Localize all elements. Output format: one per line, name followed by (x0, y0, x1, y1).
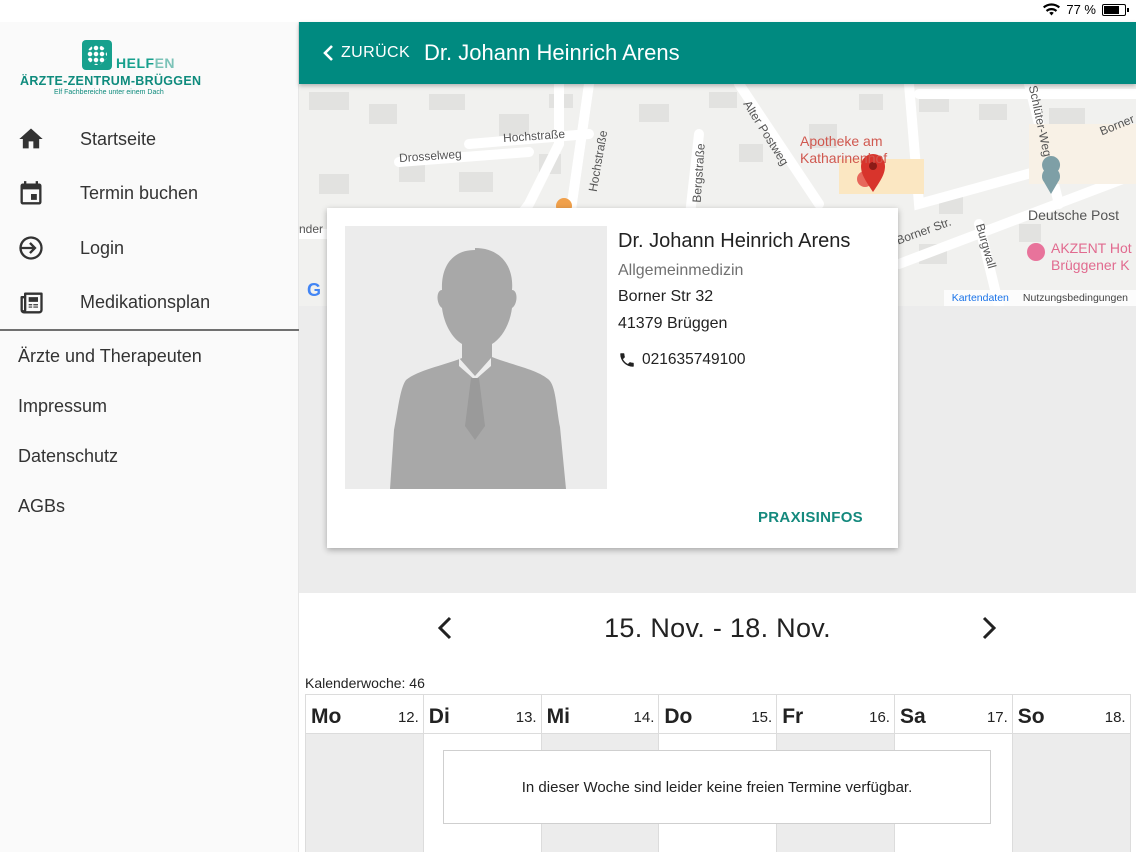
calendar-week-label: Kalenderwoche: 46 (305, 675, 425, 691)
menu-item-label: Startseite (80, 128, 157, 149)
day-name: Fr (782, 705, 804, 728)
day-header: Di 13. (423, 694, 541, 734)
menu-item-termin-buchen[interactable]: Termin buchen (0, 167, 299, 222)
app-bar: ZURÜCK Dr. Johann Heinrich Arens (299, 22, 1136, 84)
menu-item-login[interactable]: Login (0, 221, 299, 276)
day-name: Do (664, 705, 693, 728)
menu-item-label: Termin buchen (80, 183, 199, 204)
menu-item-aerzte-therapeuten[interactable]: Ärzte und Therapeuten (0, 331, 299, 381)
login-icon (19, 236, 43, 260)
map-terms-link[interactable]: Nutzungsbedingungen (1023, 292, 1128, 304)
logo-word: HELFEN (116, 55, 176, 71)
menu-item-medikationsplan[interactable]: Medikationsplan (0, 276, 299, 331)
week-range: 15. Nov. - 18. Nov. (604, 613, 831, 643)
brand-tagline: Elf Fachbereiche unter einem Dach (54, 89, 164, 96)
map-poi-pharmacy[interactable]: Apotheke am Katharinenhof (800, 133, 887, 167)
map-data-link[interactable]: Kartendaten (952, 292, 1009, 304)
day-header: Mi 14. (541, 694, 659, 734)
day-column-mo: Mo 12. (305, 694, 423, 852)
calendar-border (1130, 694, 1131, 852)
newspaper-icon (20, 292, 43, 314)
brand-name: ÄRZTE-ZENTRUM-BRÜGGEN (20, 74, 202, 88)
doctor-phone-number: 021635749100 (642, 351, 746, 368)
day-header: So 18. (1012, 694, 1130, 734)
no-appointments-message: In dieser Woche sind leider keine freien… (443, 750, 991, 824)
day-header: Do 15. (659, 694, 777, 734)
google-logo: G (307, 280, 322, 300)
person-silhouette-icon (345, 226, 607, 489)
week-navigation: 15. Nov. - 18. Nov. (299, 593, 1136, 673)
page-title: Dr. Johann Heinrich Arens (424, 40, 680, 65)
doctor-specialty: Allgemeinmedizin (618, 262, 744, 279)
secondary-menu: Ärzte und Therapeuten Impressum Datensch… (0, 331, 299, 531)
brand-logo[interactable]: HELFEN ÄRZTE-ZENTRUM-BRÜGGEN Elf Fachber… (20, 40, 201, 100)
doctor-street: Borner Str 32 (618, 288, 714, 305)
praxisinfos-button[interactable]: PRAXISINFOS (758, 509, 863, 526)
week-calendar: Mo 12. Di 13. Mi 14. Do 15. Fr 16. Sa 17… (305, 694, 1131, 852)
phone-icon (620, 353, 634, 367)
day-number: 13. (515, 709, 537, 726)
map-poi-hotel[interactable]: AKZENT Hot Brüggener K (1051, 240, 1132, 274)
chevron-right-icon (982, 616, 997, 640)
home-icon (19, 128, 43, 149)
battery-icon (1102, 3, 1129, 16)
menu-item-label: Medikationsplan (80, 292, 211, 313)
next-week-button[interactable] (973, 613, 1003, 643)
day-number: 14. (633, 709, 655, 726)
day-name: Sa (900, 705, 926, 728)
day-name: So (1017, 705, 1045, 728)
doctor-card: Dr. Johann Heinrich Arens Allgemeinmediz… (327, 208, 898, 548)
menu-item-label: Login (80, 237, 125, 258)
chevron-left-icon (323, 45, 333, 61)
map-poi-post[interactable]: Deutsche Post (1028, 207, 1119, 223)
doctor-city: 41379 Brüggen (618, 315, 728, 332)
day-name: Mi (546, 705, 570, 728)
map-street-label: nder (299, 222, 324, 236)
day-number: 18. (1104, 709, 1126, 726)
day-header: Sa 17. (895, 694, 1012, 734)
day-number: 15. (751, 709, 773, 726)
logo-mark-icon (82, 40, 112, 70)
day-header: Fr 16. (777, 694, 894, 734)
map-attribution: Kartendaten Nutzungsbedingungen (943, 290, 1136, 306)
battery-percent: 77 % (1066, 2, 1096, 17)
day-header: Mo 12. (306, 694, 423, 734)
primary-menu: Startseite Termin buchen Login Medikatio… (0, 112, 299, 330)
menu-item-datenschutz[interactable]: Datenschutz (0, 431, 299, 481)
day-number: 17. (986, 709, 1008, 726)
doctor-phone[interactable]: 021635749100 (618, 351, 745, 369)
back-button[interactable]: ZURÜCK (321, 22, 410, 84)
doctor-photo (345, 226, 607, 489)
wifi-icon (1043, 3, 1061, 16)
day-number: 12. (397, 709, 419, 726)
status-indicators: 77 % (1043, 2, 1129, 17)
day-number: 16. (869, 709, 890, 726)
menu-item-impressum[interactable]: Impressum (0, 381, 299, 431)
sidebar: HELFEN ÄRZTE-ZENTRUM-BRÜGGEN Elf Fachber… (0, 22, 299, 852)
calendar-icon (20, 180, 42, 205)
day-name: Mo (311, 705, 342, 728)
day-name: Di (428, 705, 450, 728)
doctor-name: Dr. Johann Heinrich Arens (618, 230, 851, 252)
back-button-label: ZURÜCK (341, 44, 411, 61)
menu-item-startseite[interactable]: Startseite (0, 112, 299, 167)
day-column-so: So 18. (1011, 694, 1130, 852)
menu-item-agbs[interactable]: AGBs (0, 481, 299, 531)
status-bar: 77 % (0, 0, 1136, 22)
main-content: ZURÜCK Dr. Johann Heinrich Arens Hochstr… (299, 22, 1136, 852)
